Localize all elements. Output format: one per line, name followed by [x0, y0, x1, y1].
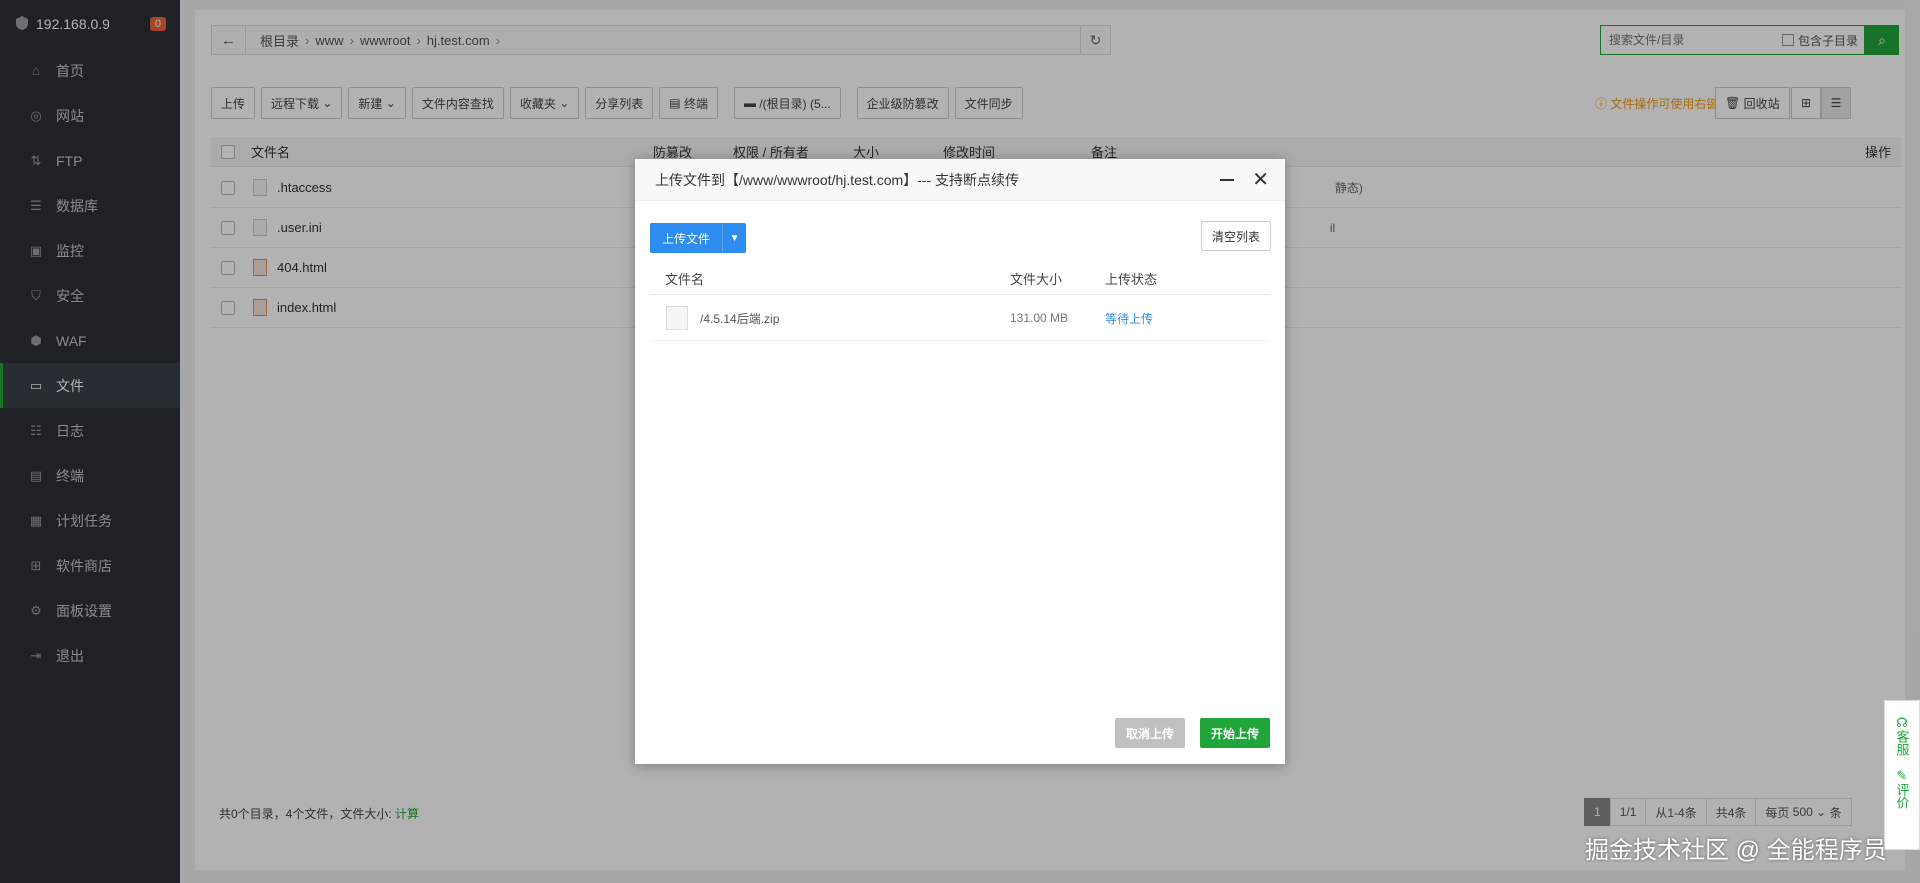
file-icon — [666, 306, 688, 330]
headset-icon: ☊ — [1896, 715, 1908, 730]
upload-row: /4.5.14后端.zip 131.00 MB 等待上传 — [650, 296, 1270, 341]
col-upload-status: 上传状态 — [1105, 272, 1158, 287]
col-upload-name: 文件名 — [665, 272, 705, 287]
upload-dialog: 上传文件到【/www/wwwroot/hj.test.com】--- 支持断点续… — [635, 159, 1285, 764]
upload-file-button[interactable]: 上传文件 — [650, 223, 723, 253]
caret-down-icon: ▼ — [729, 232, 740, 244]
upload-file-name: /4.5.14后端.zip — [700, 311, 780, 326]
floating-side-panel: ☊ 客服 ✎ 评价 — [1884, 700, 1920, 850]
watermark: 掘金技术社区 @ 全能程序员 — [1585, 837, 1887, 864]
dialog-header: 上传文件到【/www/wwwroot/hj.test.com】--- 支持断点续… — [635, 159, 1285, 201]
close-icon[interactable]: ✕ — [1252, 167, 1269, 192]
edit-icon: ✎ — [1896, 768, 1908, 783]
service-label: 客服 — [1894, 730, 1910, 756]
upload-table-header: 文件名 文件大小 上传状态 — [650, 263, 1270, 295]
dialog-title: 上传文件到【/www/wwwroot/hj.test.com】--- 支持断点续… — [655, 171, 1020, 188]
col-upload-size: 文件大小 — [1010, 272, 1063, 287]
customer-service-button[interactable]: ☊ 客服 — [1895, 715, 1910, 756]
minimize-icon[interactable] — [1220, 178, 1235, 181]
review-label: 评价 — [1894, 783, 1910, 809]
upload-file-size: 131.00 MB — [1010, 311, 1069, 325]
upload-file-status: 等待上传 — [1105, 311, 1154, 326]
review-button[interactable]: ✎ 评价 — [1895, 768, 1910, 809]
clear-list-button[interactable]: 清空列表 — [1201, 221, 1271, 251]
upload-file-button-group: 上传文件 ▼ — [650, 223, 747, 253]
upload-dropdown-button[interactable]: ▼ — [722, 223, 747, 253]
dialog-footer: 取消上传 开始上传 — [1115, 718, 1270, 748]
start-upload-button[interactable]: 开始上传 — [1200, 718, 1270, 748]
cancel-upload-button[interactable]: 取消上传 — [1115, 718, 1185, 748]
